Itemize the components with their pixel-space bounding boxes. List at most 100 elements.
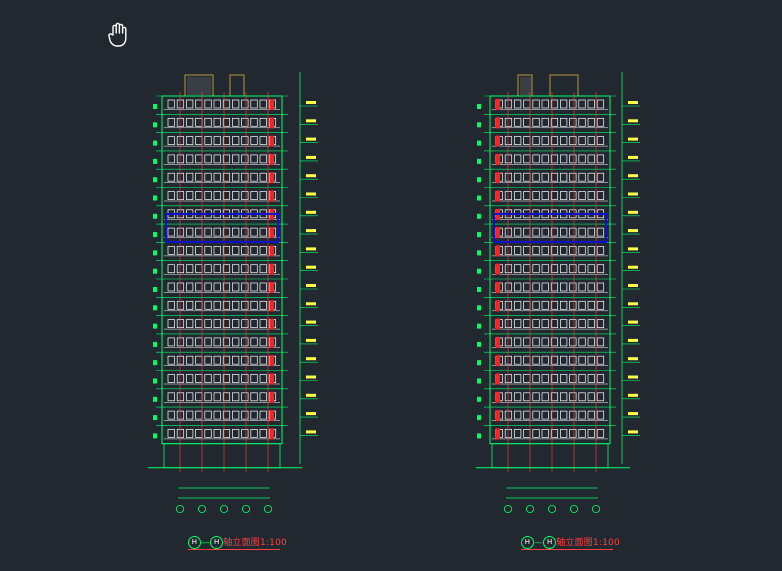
window xyxy=(523,117,531,127)
left-level-mark xyxy=(153,213,157,219)
window xyxy=(176,410,185,420)
window xyxy=(204,410,212,420)
window xyxy=(569,154,577,164)
window xyxy=(195,410,203,420)
window xyxy=(186,191,194,200)
level-text xyxy=(628,229,638,233)
window xyxy=(259,392,267,402)
window xyxy=(523,99,531,109)
window xyxy=(186,136,194,145)
window xyxy=(176,191,185,200)
axis-bubble-start: H xyxy=(188,536,201,549)
window xyxy=(195,319,203,328)
level-text xyxy=(628,155,638,159)
window xyxy=(195,172,203,182)
window xyxy=(596,374,605,383)
window xyxy=(596,282,605,292)
window xyxy=(587,246,595,255)
drawing-canvas[interactable] xyxy=(0,0,782,571)
window xyxy=(259,300,267,310)
accent-panel xyxy=(496,300,500,312)
window xyxy=(204,191,212,200)
window xyxy=(514,246,522,255)
window xyxy=(569,246,577,255)
window xyxy=(587,136,595,145)
window xyxy=(569,136,577,145)
window xyxy=(578,392,586,402)
window xyxy=(541,264,549,274)
left-level-mark xyxy=(477,433,481,439)
window xyxy=(232,246,240,255)
window xyxy=(514,264,522,274)
window xyxy=(204,117,212,127)
window xyxy=(560,355,568,365)
level-text xyxy=(306,320,316,324)
level-text xyxy=(306,247,316,251)
window xyxy=(167,429,175,438)
window xyxy=(514,374,522,383)
window xyxy=(596,191,605,200)
window xyxy=(596,319,605,328)
window xyxy=(195,337,203,347)
window xyxy=(195,117,203,127)
axis-bubble xyxy=(175,504,184,513)
accent-panel xyxy=(270,245,274,257)
ground-floor xyxy=(163,443,281,469)
window xyxy=(504,99,513,109)
window xyxy=(541,410,549,420)
window xyxy=(523,410,531,420)
accent-panel xyxy=(496,245,500,257)
window xyxy=(504,136,513,145)
window xyxy=(578,227,586,237)
window xyxy=(596,264,605,274)
window xyxy=(259,410,267,420)
accent-panel xyxy=(270,227,274,239)
left-level-mark xyxy=(153,378,157,384)
window xyxy=(241,264,249,274)
window xyxy=(186,355,194,365)
window xyxy=(532,337,540,347)
window xyxy=(523,374,531,383)
window xyxy=(232,300,240,310)
window xyxy=(514,337,522,347)
window xyxy=(204,429,212,438)
window xyxy=(204,319,212,328)
window xyxy=(578,410,586,420)
window xyxy=(213,172,221,182)
window xyxy=(259,355,267,365)
window xyxy=(204,227,212,237)
window xyxy=(186,392,194,402)
window xyxy=(176,300,185,310)
accent-panel xyxy=(496,135,500,147)
accent-panel xyxy=(496,373,500,385)
axis-bubble xyxy=(503,504,512,513)
level-text xyxy=(306,265,316,269)
window xyxy=(578,337,586,347)
accent-panel xyxy=(496,117,500,129)
window xyxy=(569,172,577,182)
window xyxy=(523,154,531,164)
window xyxy=(176,99,185,109)
drawing-title-left: H — H 轴立面图1:100 xyxy=(188,535,287,549)
window xyxy=(560,300,568,310)
level-text xyxy=(306,174,316,178)
window xyxy=(213,282,221,292)
window xyxy=(204,264,212,274)
left-level-mark xyxy=(153,232,157,238)
window xyxy=(587,154,595,164)
window xyxy=(250,429,258,438)
window xyxy=(167,392,175,402)
window xyxy=(587,337,595,347)
window xyxy=(250,355,258,365)
window xyxy=(560,227,568,237)
window xyxy=(186,172,194,182)
window xyxy=(523,264,531,274)
window xyxy=(578,300,586,310)
window xyxy=(569,392,577,402)
level-text xyxy=(306,229,316,233)
window xyxy=(560,246,568,255)
window xyxy=(167,355,175,365)
level-text xyxy=(306,412,316,416)
window xyxy=(523,246,531,255)
level-text xyxy=(306,155,316,159)
